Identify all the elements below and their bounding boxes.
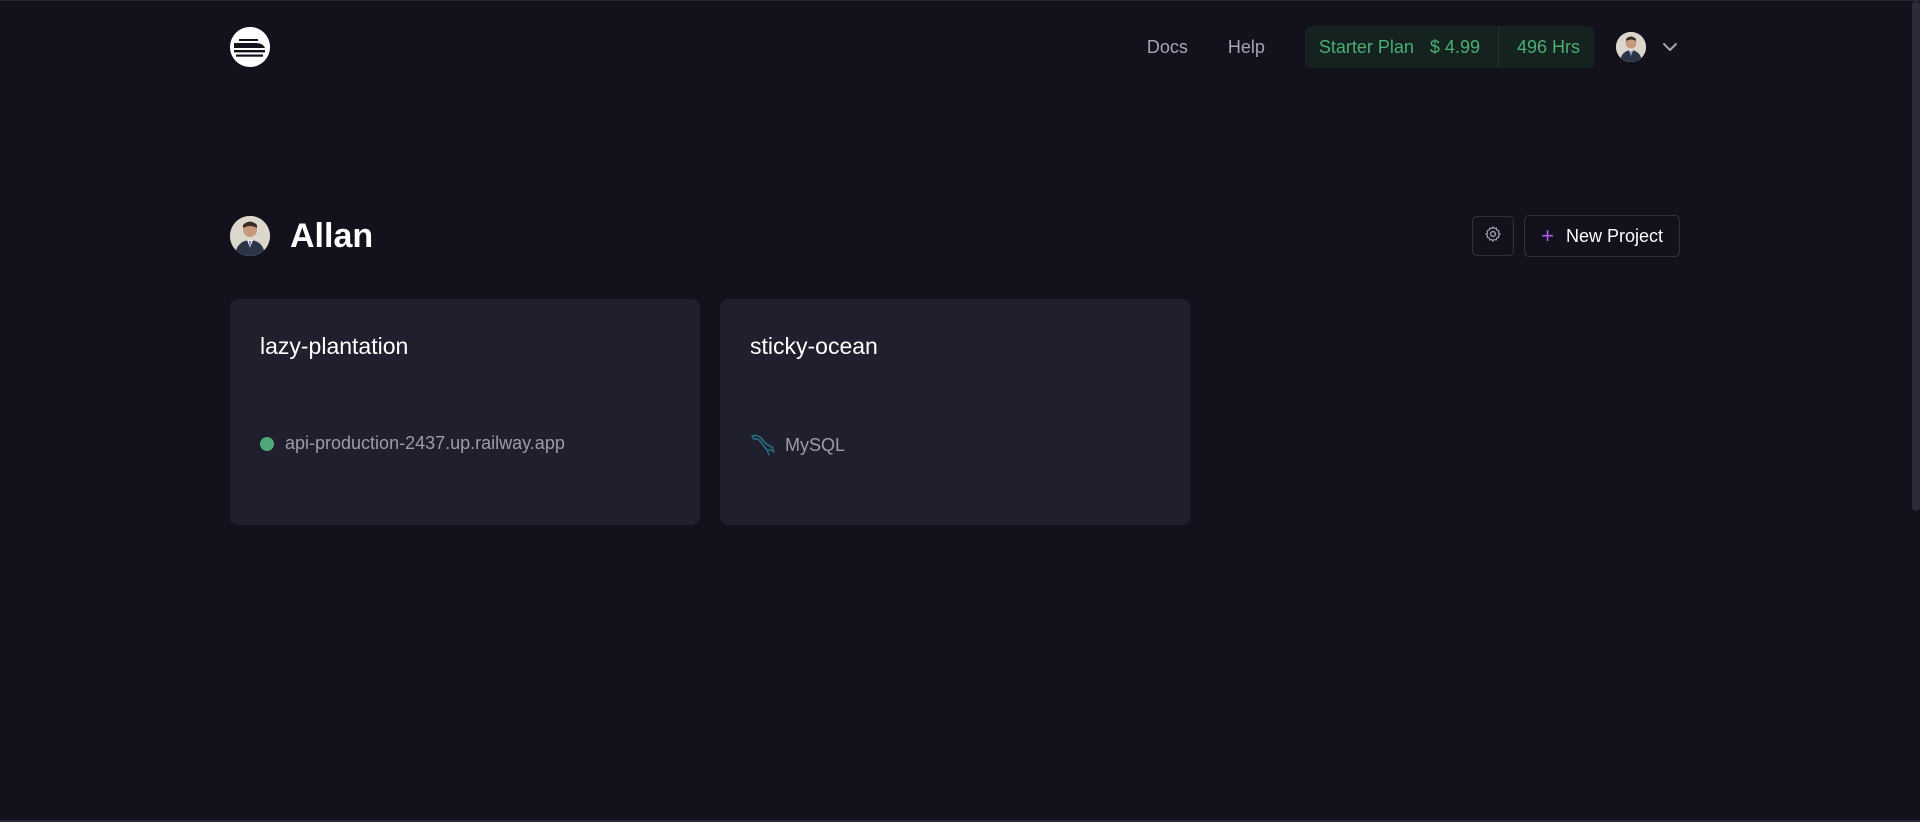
status-dot-icon [260,436,274,451]
profile-actions: + New Project [1472,215,1680,257]
top-header: Docs Help Starter Plan $ 4.99 496 Hrs [230,25,1680,69]
user-avatar[interactable] [1616,32,1646,62]
plan-hours: 496 Hrs [1516,36,1580,57]
project-card-sticky-ocean[interactable]: sticky-ocean MySQL [720,299,1190,525]
plan-name: Starter Plan [1318,36,1414,57]
profile-name: Allan [290,216,374,255]
service-name: MySQL [785,434,846,455]
dashboard-page: Docs Help Starter Plan $ 4.99 496 Hrs Al… [0,0,1920,822]
chevron-down-icon[interactable] [1660,37,1680,57]
new-project-label: New Project [1565,225,1663,246]
profile-header: Allan + New Project [230,214,1680,258]
plus-icon: + [1541,223,1554,248]
page-scrollbar[interactable] [1912,1,1920,511]
plan-usage-badge[interactable]: Starter Plan $ 4.99 496 Hrs [1304,26,1594,68]
nav-docs-link[interactable]: Docs [1147,37,1188,58]
project-title: sticky-ocean [750,333,878,359]
header-actions: Docs Help Starter Plan $ 4.99 496 Hrs [1147,26,1680,68]
plan-divider [1497,26,1499,68]
nav-help-link[interactable]: Help [1228,37,1265,58]
project-card-lazy-plantation[interactable]: lazy-plantation api-production-2437.up.r… [230,299,700,525]
project-title: lazy-plantation [260,333,409,359]
project-service: MySQL [750,433,845,457]
mysql-dolphin-icon [750,433,776,457]
service-url: api-production-2437.up.railway.app [285,433,565,453]
plan-amount: $ 4.99 [1429,36,1480,57]
settings-button[interactable] [1472,216,1515,256]
project-grid: lazy-plantation api-production-2437.up.r… [230,299,1210,525]
project-service: api-production-2437.up.railway.app [260,433,565,454]
profile-avatar [230,216,270,256]
new-project-button[interactable]: + New Project [1524,215,1680,257]
gear-icon [1484,225,1502,248]
railway-logo-icon[interactable] [230,27,270,67]
